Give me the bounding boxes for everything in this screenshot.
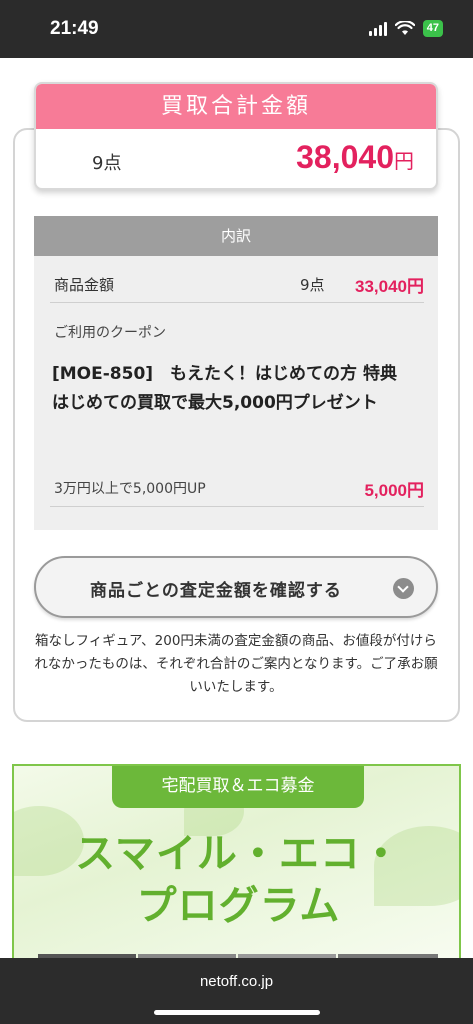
coupon-name: [MOE-850] もえたく！はじめての方 特典 はじめての買取で最大5,000… — [52, 364, 414, 413]
eco-title-line2: プログラム — [136, 883, 341, 929]
home-indicator[interactable] — [154, 1010, 320, 1015]
coupon-condition: 3万円以上で5,000円UP — [54, 481, 206, 497]
eco-title: スマイル・エコ・ プログラム — [14, 828, 459, 932]
battery-icon: 47 — [422, 20, 443, 37]
chevron-down-icon — [393, 578, 414, 599]
divider — [50, 506, 424, 507]
coupon-amount: 5,000円 — [364, 481, 424, 500]
coupon-label: ご利用のクーポン — [54, 325, 166, 341]
total-amount: 38,040円 — [296, 139, 414, 176]
eco-tag: 宅配買取＆エコ募金 — [112, 766, 364, 808]
status-icons: 47 — [368, 20, 443, 37]
total-card: 買取合計金額 9点 38,040円 — [34, 82, 438, 190]
breakdown-header: 内訳 — [34, 216, 438, 256]
total-title: 買取合計金額 — [36, 84, 436, 129]
eco-title-line1: スマイル・エコ・ — [75, 831, 402, 877]
product-amount-row: 商品金額 9点 33,040円 — [50, 270, 424, 300]
status-bar: 21:49 47 — [0, 0, 473, 58]
status-time: 21:49 — [50, 18, 99, 39]
confirm-button-label: 商品ごとの査定金額を確認する — [90, 581, 342, 601]
eco-program-banner[interactable]: 宅配買取＆エコ募金 スマイル・エコ・ プログラム — [12, 764, 461, 964]
total-amount-yen: 円 — [394, 149, 414, 173]
assessment-note: 箱なしフィギュア、200円未満の査定金額の商品、お値段が付けられなかったものは、… — [34, 633, 438, 695]
product-amount-label: 商品金額 — [54, 276, 115, 294]
confirm-item-amounts-button[interactable]: 商品ごとの査定金額を確認する — [34, 556, 438, 618]
product-amount: 33,040円 — [355, 277, 424, 296]
total-count: 9点 — [92, 153, 122, 174]
total-row: 9点 38,040円 — [36, 129, 436, 188]
total-amount-value: 38,040 — [296, 139, 394, 175]
url-label[interactable]: netoff.co.jp — [0, 973, 473, 990]
product-count: 9点 — [300, 276, 325, 294]
divider — [50, 302, 424, 303]
breakdown-box: 内訳 商品金額 9点 33,040円 ご利用のクーポン [MOE-850] もえ… — [34, 216, 438, 530]
wifi-icon — [394, 21, 415, 35]
signal-icon — [368, 21, 387, 36]
